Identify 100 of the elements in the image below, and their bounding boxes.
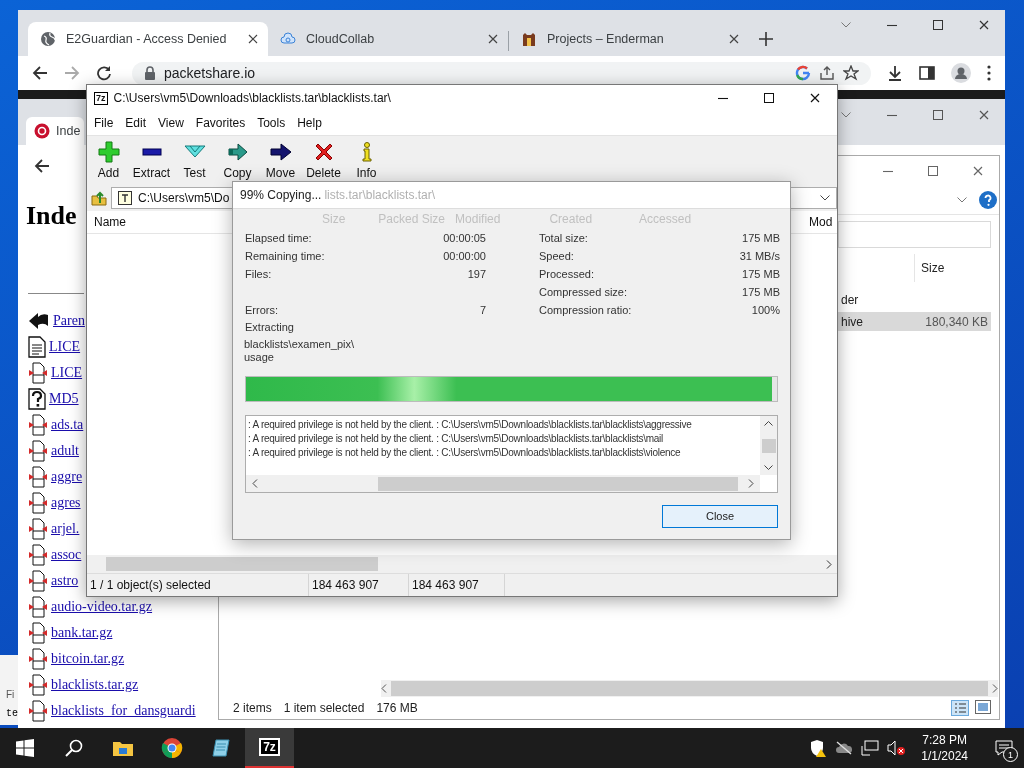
column-header[interactable]: Size [921, 261, 945, 275]
volume-muted-icon[interactable] [887, 740, 906, 756]
side-panel-icon[interactable] [919, 65, 935, 81]
menu-item[interactable]: Tools [251, 116, 292, 130]
toolbar-button[interactable]: Extract [130, 136, 173, 185]
file-link[interactable]: Paren [53, 313, 85, 329]
vertical-scrollbar[interactable] [760, 416, 777, 475]
star-icon[interactable] [843, 65, 859, 81]
stat-value: 00:00:05 [443, 232, 486, 244]
scroll-right-icon [748, 479, 754, 488]
file-link[interactable]: astro [51, 573, 79, 589]
network-icon[interactable] [861, 740, 880, 756]
file-link[interactable]: MD5 [49, 391, 79, 407]
browser-tab[interactable]: Inde [26, 117, 84, 145]
horizontal-scrollbar[interactable] [246, 475, 760, 492]
notification-icon[interactable] [995, 740, 1013, 756]
menu-item[interactable]: File [88, 116, 120, 130]
address-bar[interactable]: packetshare.io [132, 61, 871, 85]
file-link[interactable]: blacklists_for_dansguardi [51, 703, 196, 719]
horizontal-scrollbar[interactable] [87, 555, 837, 573]
back-icon[interactable] [32, 65, 48, 81]
folder-icon[interactable] [111, 739, 134, 757]
reload-icon[interactable] [96, 65, 112, 81]
file-link[interactable]: ads.ta [51, 417, 84, 433]
file-link[interactable]: agres [51, 495, 81, 511]
tab-search-icon[interactable] [841, 112, 851, 118]
menu-item[interactable]: Help [291, 116, 328, 130]
details-view-icon[interactable] [951, 700, 969, 716]
chrome-icon[interactable] [160, 737, 183, 759]
archive-file-icon [28, 622, 48, 644]
start-icon[interactable] [15, 739, 34, 757]
expand-ribbon-icon[interactable] [957, 197, 967, 203]
shield-warning-icon[interactable] [809, 739, 828, 757]
app-logo[interactable]: 7z [259, 738, 280, 756]
share-icon[interactable] [819, 65, 835, 81]
notepad-icon[interactable] [210, 738, 231, 758]
close-button[interactable]: Close [662, 504, 778, 528]
horizontal-scrollbar[interactable] [381, 680, 998, 697]
tab-close-icon[interactable] [248, 34, 258, 44]
maximize-icon[interactable] [764, 93, 774, 103]
toolbar-button[interactable]: Add [87, 136, 130, 185]
file-link[interactable]: bitcoin.tar.gz [51, 651, 125, 667]
google-icon[interactable] [795, 65, 811, 81]
maximize-icon[interactable] [933, 20, 943, 30]
stat-label: Compression ratio: [539, 304, 632, 316]
toolbar-button[interactable]: Test [173, 136, 216, 185]
menu-item[interactable]: Edit [119, 116, 153, 130]
file-link[interactable]: blacklists.tar.gz [51, 677, 139, 693]
menu-icon[interactable] [987, 65, 991, 81]
tab-close-icon[interactable] [729, 34, 739, 44]
file-size: 180,340 KB [925, 314, 988, 329]
menu-item[interactable]: View [152, 116, 190, 130]
browser-tab[interactable]: CloudCollab [268, 22, 508, 56]
clock[interactable]: 7:28 PM 1/1/2024 [913, 732, 976, 764]
text-fragment: te [6, 708, 18, 719]
toolbar-button[interactable]: Delete [302, 136, 345, 185]
profile-icon[interactable] [951, 63, 971, 83]
tab-title: Projects – Enderman [547, 32, 665, 46]
toolbar-button[interactable]: Copy [216, 136, 259, 185]
stat-label: Compressed size: [539, 286, 628, 298]
folder-up-icon[interactable] [91, 190, 107, 206]
close-icon[interactable] [979, 20, 989, 30]
toolbar-button[interactable]: Move [259, 136, 302, 185]
file-link[interactable]: audio-video.tar.gz [51, 599, 153, 615]
download-icon[interactable] [887, 65, 903, 81]
new-tab-icon[interactable] [759, 32, 773, 46]
search-field[interactable] [838, 221, 991, 248]
toolbar-button[interactable]: Info [345, 136, 388, 185]
file-type: hive [841, 314, 863, 329]
stat-label: Files: [245, 268, 272, 280]
cloud-offline-icon[interactable] [835, 741, 854, 755]
large-icons-view-icon[interactable] [975, 700, 991, 714]
browser-tab[interactable]: Projects – Enderman [509, 22, 749, 56]
file-link[interactable]: arjel. [51, 521, 80, 537]
close-icon[interactable] [810, 93, 820, 103]
dropdown-icon[interactable] [820, 195, 830, 201]
archive-file-icon [28, 414, 48, 436]
file-link[interactable]: aggre [51, 469, 83, 485]
stat-value: 00:00:00 [443, 250, 486, 262]
stat-label: Elapsed time: [245, 232, 312, 244]
castle-icon [521, 31, 537, 47]
file-link[interactable]: LICE [49, 339, 81, 355]
file-link[interactable]: LICE [51, 365, 83, 381]
tab-search-icon[interactable] [841, 22, 851, 28]
file-row[interactable]: hive 180,340 KB [838, 312, 991, 331]
file-link[interactable]: assoc [51, 547, 82, 563]
tab-close-icon[interactable] [488, 34, 498, 44]
menu-item[interactable]: Favorites [189, 116, 252, 130]
column-header[interactable]: Name [94, 215, 126, 229]
browser-tab[interactable]: E2Guardian - Access Denied [28, 22, 268, 56]
file-link[interactable]: adult [51, 443, 79, 459]
app-logo: 7z [94, 91, 108, 105]
stat-value: 100% [751, 304, 780, 316]
archive-file-icon [28, 674, 48, 696]
file-row[interactable]: der [838, 290, 991, 309]
search-icon[interactable] [64, 739, 83, 757]
help-icon[interactable] [979, 191, 997, 209]
back-icon[interactable] [34, 158, 50, 174]
file-link[interactable]: bank.tar.gz [51, 625, 113, 641]
stat-label: Speed: [539, 250, 574, 262]
